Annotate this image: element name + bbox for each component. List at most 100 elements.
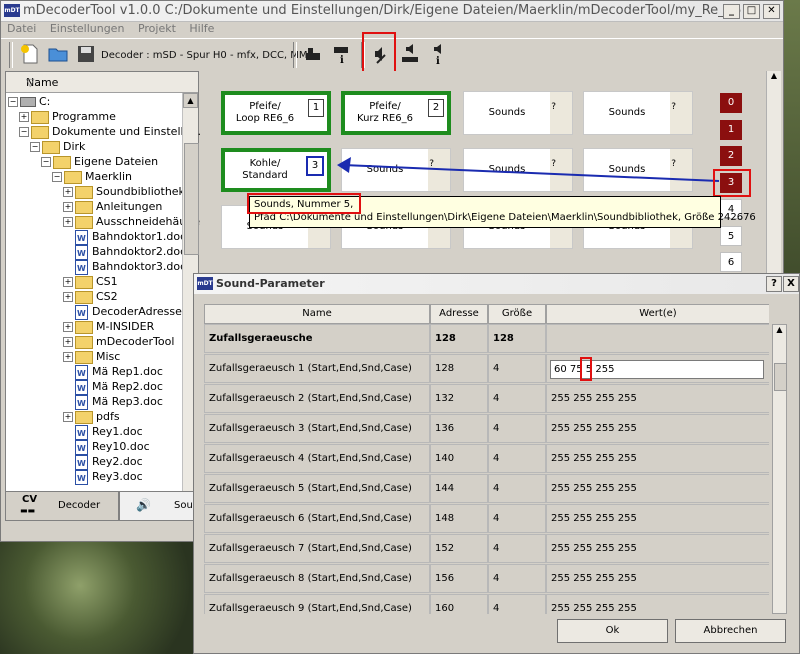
tree-item[interactable]: Bahndoktor1.doc — [63, 229, 186, 246]
tree-item[interactable]: Rey2.doc — [63, 454, 143, 471]
sound-slot[interactable]: Pfeife/ Loop RE6_6 1 — [221, 91, 331, 135]
expand-icon[interactable]: + — [63, 217, 73, 227]
open-folder-icon[interactable] — [45, 43, 71, 69]
menu-einstellungen[interactable]: Einstellungen — [50, 22, 125, 35]
grid-scrollbar[interactable]: ▲ — [766, 71, 781, 276]
collapse-icon[interactable]: − — [52, 172, 62, 182]
sound-index-button[interactable]: 0 — [720, 93, 742, 113]
expand-icon[interactable]: + — [63, 277, 73, 287]
param-value-cell[interactable]: 255 255 255 255 — [546, 384, 769, 413]
param-size-cell[interactable]: 4 — [488, 474, 546, 503]
ok-button[interactable]: Ok — [557, 619, 668, 643]
param-value-cell[interactable]: 255 255 255 255 — [546, 564, 769, 593]
menu-projekt[interactable]: Projekt — [138, 22, 176, 35]
help-button[interactable]: ? — [766, 276, 782, 292]
param-size-cell[interactable]: 128 — [488, 324, 546, 353]
param-name-cell[interactable]: Zufallsgeraeusch 3 (Start,End,Snd,Case) — [204, 414, 430, 443]
tree-item[interactable]: − Dirk — [30, 139, 85, 154]
collapse-icon[interactable]: − — [8, 97, 18, 107]
col-groesse[interactable]: Größe — [488, 304, 546, 324]
expand-icon[interactable]: + — [63, 337, 73, 347]
tree-item[interactable]: + CS1 — [63, 274, 118, 289]
tree-item[interactable]: Bahndoktor3.doc — [63, 259, 186, 276]
collapse-icon[interactable]: − — [41, 157, 51, 167]
sound-index-button[interactable]: 6 — [720, 252, 742, 272]
collapse-icon[interactable]: − — [30, 142, 40, 152]
param-address-cell[interactable]: 128 — [430, 354, 488, 383]
param-size-cell[interactable]: 4 — [488, 384, 546, 413]
tree-item[interactable]: + CS2 — [63, 289, 118, 304]
param-value-cell[interactable]: 255 255 255 255 — [546, 414, 769, 443]
param-value-cell[interactable]: 60 75 5 255 — [546, 354, 769, 383]
scroll-thumb[interactable] — [774, 363, 787, 391]
tree-item[interactable]: Bahndoktor2.doc — [63, 244, 186, 261]
param-size-cell[interactable]: 4 — [488, 444, 546, 473]
param-size-cell[interactable]: 4 — [488, 594, 546, 614]
locomotive-info-icon[interactable]: i — [329, 43, 355, 69]
expand-icon[interactable]: + — [63, 292, 73, 302]
scroll-up-icon[interactable]: ▲ — [773, 325, 786, 334]
param-address-cell[interactable]: 136 — [430, 414, 488, 443]
tree-header[interactable]: Name ▽ — [6, 72, 198, 93]
tree-item[interactable]: Mä Rep1.doc — [63, 364, 163, 381]
param-value-cell[interactable]: 255 255 255 255 — [546, 594, 769, 614]
param-address-cell[interactable]: 144 — [430, 474, 488, 503]
param-name-cell[interactable]: Zufallsgeraeusch 8 (Start,End,Snd,Case) — [204, 564, 430, 593]
param-name-cell[interactable]: Zufallsgeraeusch 7 (Start,End,Snd,Case) — [204, 534, 430, 563]
tab-decoder[interactable]: CV ▬▬ Decoder — [5, 491, 119, 521]
menu-datei[interactable]: Datei — [7, 22, 36, 35]
expand-icon[interactable]: + — [63, 187, 73, 197]
param-name-cell[interactable]: Zufallsgeraeusch 6 (Start,End,Snd,Case) — [204, 504, 430, 533]
collapse-icon[interactable]: − — [19, 127, 29, 137]
param-size-cell[interactable]: 4 — [488, 534, 546, 563]
scroll-up-icon[interactable]: ▲ — [767, 71, 781, 80]
scroll-thumb[interactable] — [184, 143, 199, 255]
param-value-cell[interactable]: 255 255 255 255 — [546, 504, 769, 533]
sound-slot[interactable]: Sounds? — [583, 91, 693, 135]
param-name-cell[interactable]: Zufallsgeraeusche — [204, 324, 430, 353]
param-size-cell[interactable]: 4 — [488, 564, 546, 593]
tree-item[interactable]: Mä Rep2.doc — [63, 379, 163, 396]
sound-index-button[interactable]: 5 — [720, 225, 742, 246]
param-address-cell[interactable]: 148 — [430, 504, 488, 533]
new-file-icon[interactable] — [17, 43, 43, 69]
param-address-cell[interactable]: 128 — [430, 324, 488, 353]
cancel-button[interactable]: Abbrechen — [675, 619, 786, 643]
tree-item[interactable]: − Eigene Dateien — [41, 154, 158, 169]
param-address-cell[interactable]: 156 — [430, 564, 488, 593]
tree-item[interactable]: − C: — [8, 94, 50, 109]
sound-info-icon[interactable]: i — [425, 43, 451, 69]
minimize-button[interactable]: _ — [723, 4, 740, 19]
expand-icon[interactable]: + — [63, 412, 73, 422]
param-value-cell[interactable]: 255 255 255 255 — [546, 534, 769, 563]
tree-item[interactable]: + Programme — [19, 109, 116, 124]
expand-icon[interactable]: + — [63, 322, 73, 332]
sound-slot[interactable]: Sounds? — [463, 91, 573, 135]
col-wert[interactable]: Wert(e) — [546, 304, 769, 324]
param-address-cell[interactable]: 140 — [430, 444, 488, 473]
tree-item[interactable]: Rey10.doc — [63, 439, 150, 456]
tree-item[interactable]: + Misc — [63, 349, 120, 364]
tree-item[interactable]: + Anleitungen — [63, 199, 162, 214]
tree-item[interactable]: Rey3.doc — [63, 469, 143, 486]
tree-item[interactable]: + M-INSIDER — [63, 319, 154, 334]
tree-item[interactable]: − Dokumente und Einstellun... — [19, 124, 208, 139]
expand-icon[interactable]: + — [63, 352, 73, 362]
param-name-cell[interactable]: Zufallsgeraeusch 4 (Start,End,Snd,Case) — [204, 444, 430, 473]
param-size-cell[interactable]: 4 — [488, 414, 546, 443]
menu-hilfe[interactable]: Hilfe — [189, 22, 214, 35]
tree-item[interactable]: Mä Rep3.doc — [63, 394, 163, 411]
param-size-cell[interactable]: 4 — [488, 504, 546, 533]
param-size-cell[interactable]: 4 — [488, 354, 546, 383]
dialog-close-button[interactable]: X — [783, 276, 799, 292]
expand-icon[interactable]: + — [63, 202, 73, 212]
table-scrollbar[interactable]: ▲ — [772, 324, 787, 614]
expand-icon[interactable]: + — [19, 112, 29, 122]
param-value-cell[interactable]: 255 255 255 255 — [546, 474, 769, 503]
tree-item[interactable]: Rey1.doc — [63, 424, 143, 441]
sound-read-icon[interactable] — [397, 43, 423, 69]
close-button[interactable]: ✕ — [763, 4, 780, 19]
tree-item[interactable]: + pdfs — [63, 409, 120, 424]
sound-index-button[interactable]: 1 — [720, 119, 742, 140]
param-name-cell[interactable]: Zufallsgeraeusch 2 (Start,End,Snd,Case) — [204, 384, 430, 413]
